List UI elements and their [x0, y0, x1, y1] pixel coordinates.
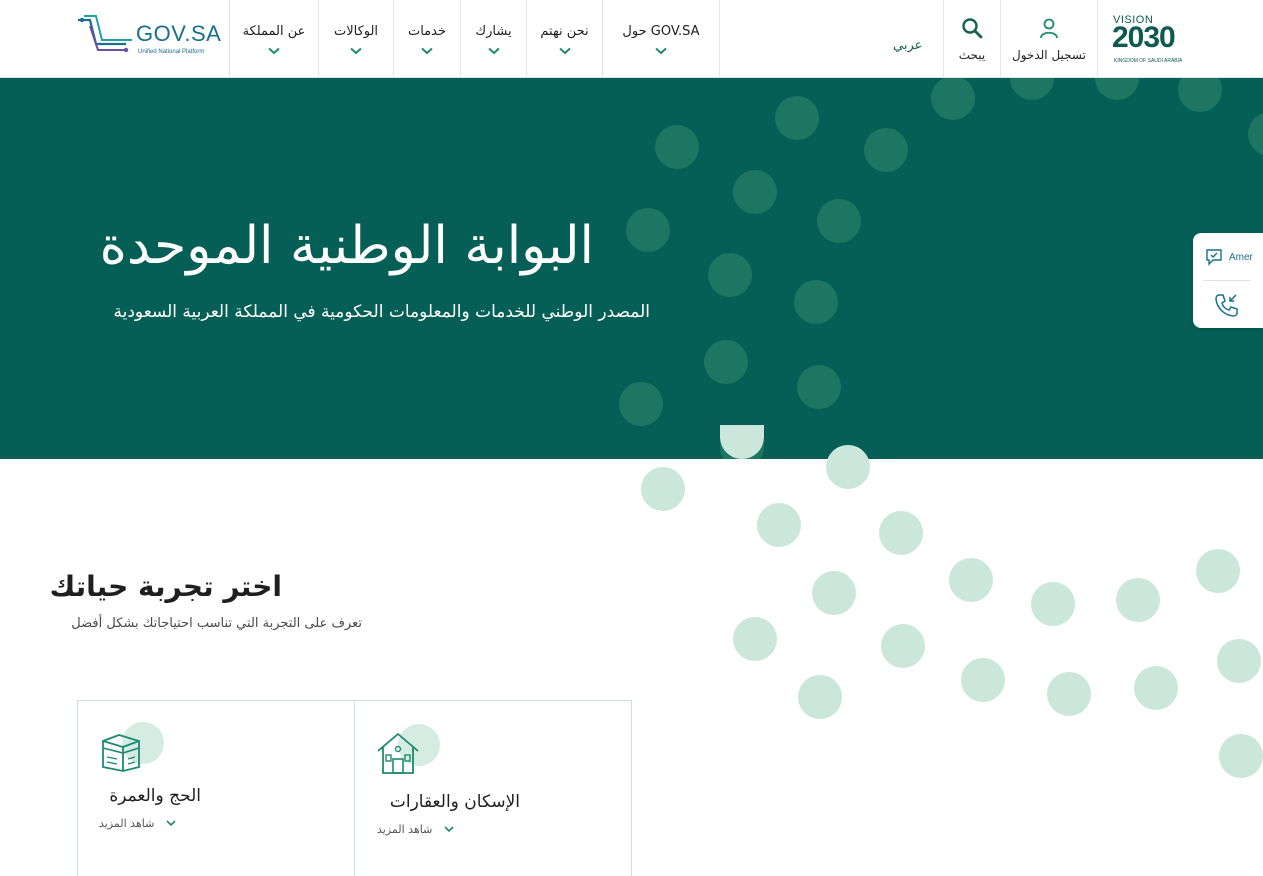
decor-dot: [881, 624, 925, 668]
amer-label: Amer: [1229, 251, 1253, 263]
decor-dot: [1047, 672, 1091, 716]
decor-dot: [775, 96, 819, 140]
nav-about-govsa[interactable]: حول GOV.SA: [602, 0, 720, 77]
chevron-down-icon: [487, 47, 500, 55]
nav-label: نحن نهتم: [540, 24, 589, 39]
language-switch[interactable]: عربي: [893, 38, 922, 53]
chevron-down-icon: [268, 47, 280, 55]
decor-dot: [641, 467, 685, 511]
nav-services[interactable]: خدمات: [393, 0, 460, 77]
site-header: GOV.SA Unified National Platform عن المم…: [0, 0, 1263, 78]
chevron-down-icon: [444, 826, 454, 833]
govsa-logo-mark-icon: [78, 15, 132, 53]
nav-label: عن المملكة: [242, 24, 306, 39]
decor-dot: [733, 617, 777, 661]
card-see-more[interactable]: شاهد المزيد: [99, 817, 176, 830]
decor-dot: [961, 658, 1005, 702]
decor-dot: [817, 199, 861, 243]
vision-2030-logo: VISION 2030 KINGDOM OF SAUDI ARABIA: [1097, 0, 1197, 77]
nav-label: حول GOV.SA: [622, 24, 700, 39]
side-help-widget: Amer: [1193, 233, 1263, 328]
user-icon: [1040, 18, 1058, 39]
see-more-label: شاهد المزيد: [99, 817, 155, 830]
card-see-more[interactable]: شاهد المزيد: [377, 823, 454, 836]
hero-subtitle: المصدر الوطني للخدمات والمعلومات الحكومي…: [113, 302, 651, 322]
decor-dot: [1248, 112, 1263, 156]
card-hajj-umrah[interactable]: الحج والعمرة شاهد المزيد: [77, 700, 355, 876]
decor-dot: [794, 280, 838, 324]
card-title: الإسكان والعقارات: [389, 792, 520, 812]
phone-call-icon[interactable]: [1213, 291, 1241, 319]
amer-chat-button[interactable]: Amer: [1205, 247, 1253, 267]
nav-label: الوكالات: [333, 24, 379, 39]
side-divider: [1203, 280, 1251, 281]
chevron-down-icon: [166, 820, 176, 827]
decor-dot: [1219, 734, 1263, 778]
hero-banner: البوابة الوطنية الموحدة المصدر الوطني لل…: [0, 78, 1263, 459]
hero-title: البوابة الوطنية الموحدة: [99, 216, 594, 276]
decor-dot: [1217, 639, 1261, 683]
card-housing-real-estate[interactable]: الإسكان والعقارات شاهد المزيد: [354, 700, 632, 876]
decor-dot: [655, 125, 699, 169]
nav-agencies[interactable]: الوكالات: [318, 0, 393, 77]
nav-label: خدمات: [407, 24, 447, 39]
decor-dot: [626, 208, 670, 252]
chevron-down-icon: [421, 47, 433, 55]
chat-icon: [1206, 249, 1222, 266]
decor-dot: [949, 558, 993, 602]
logo-subtitle: Unified National Platform: [138, 49, 205, 55]
search-icon: [962, 18, 983, 39]
decor-dot: [1116, 578, 1160, 622]
decor-dot: [1010, 78, 1054, 100]
decor-dot: [1095, 78, 1139, 100]
login-button[interactable]: تسجيل الدخول: [1000, 0, 1097, 77]
search-label: يبحث: [958, 48, 986, 62]
search-button[interactable]: يبحث: [943, 0, 1000, 77]
decor-dot: [931, 78, 975, 120]
decor-dot: [1178, 78, 1222, 112]
kaaba-icon: [102, 734, 140, 772]
chevron-down-icon: [558, 47, 571, 55]
decor-dot: [864, 128, 908, 172]
decor-dot: [757, 503, 801, 547]
decor-dot: [798, 675, 842, 719]
chevron-down-icon: [655, 47, 667, 55]
decor-dot: [733, 170, 777, 214]
decor-dot: [1031, 582, 1075, 626]
nav-label: يشارك: [475, 24, 512, 39]
govsa-logo[interactable]: GOV.SA Unified National Platform: [76, 14, 221, 62]
see-more-label: شاهد المزيد: [377, 823, 433, 836]
decor-dot: [619, 382, 663, 426]
nav-we-care[interactable]: نحن نهتم: [526, 0, 602, 77]
logo-text: GOV.SA: [136, 21, 222, 46]
vision-bottom-text: KINGDOM OF SAUDI ARABIA: [1114, 58, 1183, 64]
login-label: تسجيل الدخول: [1012, 48, 1086, 62]
section-title: اختر تجربة حياتك: [49, 570, 282, 603]
card-title: الحج والعمرة: [109, 786, 201, 806]
decor-dot: [704, 340, 748, 384]
nav-about-kingdom[interactable]: عن المملكة: [229, 0, 318, 77]
decor-dot: [1134, 666, 1178, 710]
chevron-down-icon: [350, 47, 362, 55]
decor-dot: [797, 365, 841, 409]
section-subtitle: تعرف على التجربة التي تناسب احتياجاتك بش…: [71, 616, 362, 631]
nav-participate[interactable]: يشارك: [460, 0, 526, 77]
decor-dot: [1196, 549, 1240, 593]
decor-dot: [708, 253, 752, 297]
vision-number: 2030: [1112, 21, 1176, 54]
house-icon: [377, 732, 419, 774]
decor-dot: [826, 445, 870, 489]
decor-dot: [879, 511, 923, 555]
decor-dot: [812, 571, 856, 615]
